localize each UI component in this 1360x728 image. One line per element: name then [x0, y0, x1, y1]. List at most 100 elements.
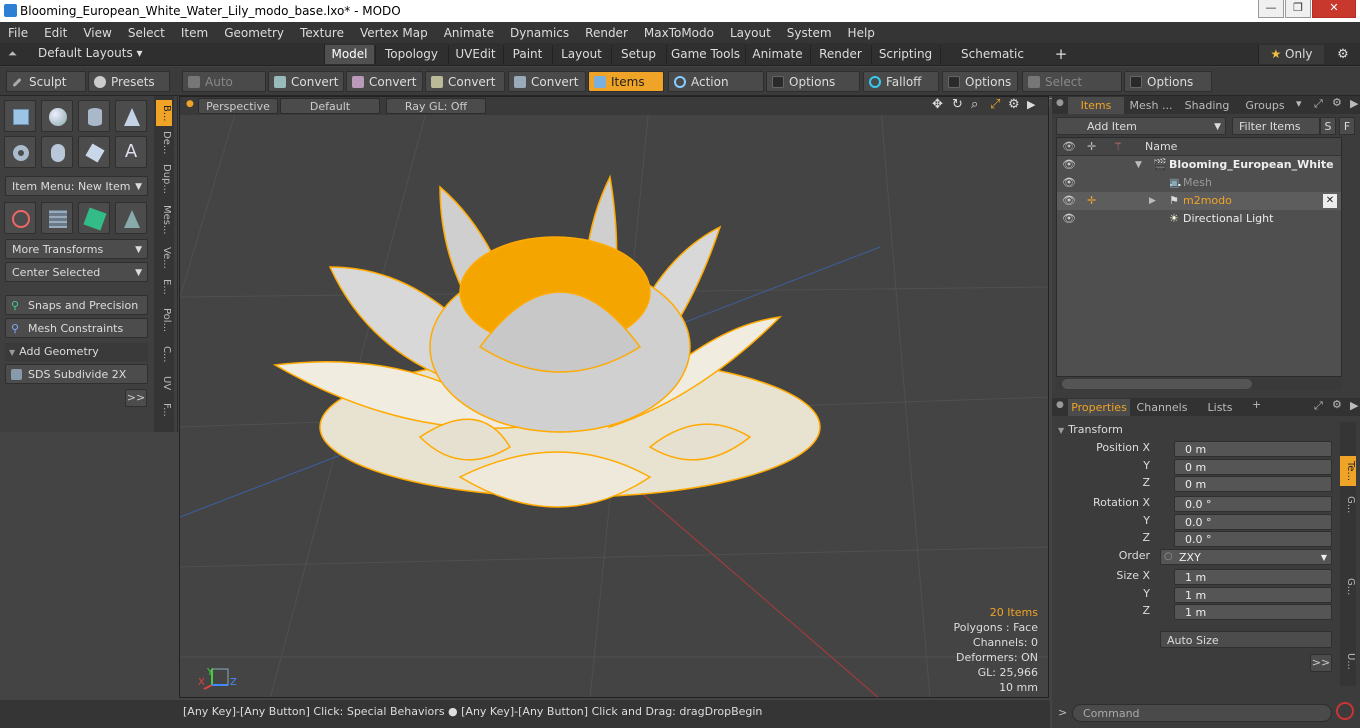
menu-edit[interactable]: Edit — [36, 26, 75, 40]
expand-arrow-icon[interactable]: ▶ — [1149, 192, 1156, 210]
tab-items[interactable]: Items — [1068, 97, 1124, 114]
tab-render[interactable]: Render — [810, 45, 870, 64]
menu-vertex-map[interactable]: Vertex Map — [352, 26, 436, 40]
vtab-polygon[interactable]: Pol... — [156, 304, 172, 336]
tab-channels[interactable]: Channels — [1134, 399, 1190, 416]
options-button-2[interactable]: Options — [942, 71, 1018, 92]
tab-shading[interactable]: Shading — [1180, 97, 1234, 114]
snaps-precision-button[interactable]: ⚲ Snaps and Precision — [5, 295, 148, 315]
order-dropdown[interactable]: ○ ZXY ▼ — [1160, 549, 1332, 565]
torus-tool-button[interactable] — [4, 136, 36, 168]
viewport-settings-icon[interactable]: ⚙ — [1008, 97, 1020, 112]
menu-file[interactable]: File — [0, 26, 36, 40]
sphere-tool-button[interactable] — [41, 100, 73, 132]
panel-dot-icon[interactable]: ● — [1056, 98, 1064, 108]
command-input[interactable]: Command — [1072, 704, 1332, 722]
falloff-button[interactable]: Falloff — [863, 71, 939, 92]
tab-scripting[interactable]: Scripting — [871, 45, 939, 64]
light-tool-button[interactable] — [78, 136, 110, 168]
perspective-dropdown[interactable]: Perspective — [198, 98, 278, 114]
menu-layout[interactable]: Layout — [722, 26, 779, 40]
uv-tool-button[interactable] — [78, 202, 110, 234]
vtab-basic[interactable]: B... — [156, 100, 172, 126]
convert-button-1[interactable]: Convert — [268, 71, 344, 92]
transform-section-header[interactable]: ▼ Transform — [1058, 422, 1334, 438]
size-x-field[interactable]: 1 m — [1174, 569, 1332, 585]
tree-row-light[interactable]: 👁 ☀ Directional Light — [1057, 210, 1341, 228]
position-z-field[interactable]: 0 m — [1174, 476, 1332, 492]
vtab-fusion[interactable]: F... — [156, 398, 172, 422]
visibility-eye-icon[interactable]: 👁 — [1062, 156, 1076, 174]
tab-layout[interactable]: Layout — [552, 45, 610, 64]
tab-animate[interactable]: Animate — [745, 45, 809, 64]
viewport-menu-arrow-icon[interactable]: ▶ — [1027, 98, 1035, 111]
position-x-field[interactable]: 0 m — [1174, 441, 1332, 457]
rotation-z-field[interactable]: 0.0 ° — [1174, 531, 1332, 547]
side-tab-transform[interactable]: Te... — [1340, 456, 1356, 486]
menu-animate[interactable]: Animate — [436, 26, 502, 40]
menu-dynamics[interactable]: Dynamics — [502, 26, 577, 40]
action-center-button[interactable]: Action Center — [668, 71, 764, 110]
menu-view[interactable]: View — [75, 26, 119, 40]
tree-row-mesh[interactable]: 👁 ▣ Mesh — [1057, 174, 1341, 192]
menu-item[interactable]: Item — [173, 26, 216, 40]
raygl-toggle[interactable]: Ray GL: Off — [386, 98, 486, 114]
filter-items-input[interactable]: Filter Items — [1232, 117, 1320, 135]
water-lily-mesh[interactable] — [272, 174, 821, 508]
minimize-button[interactable]: — — [1258, 0, 1284, 18]
tab-menu-icon[interactable]: ▾ — [1296, 97, 1302, 110]
panel-arrow-icon[interactable]: ▶ — [1350, 399, 1358, 412]
rotation-x-field[interactable]: 0.0 ° — [1174, 496, 1332, 512]
cube-tool-button[interactable] — [4, 100, 36, 132]
expand-panel-icon[interactable]: ⤢ — [1314, 399, 1323, 413]
sculpt-button[interactable]: Sculpt — [6, 71, 86, 92]
panel-arrow-icon[interactable]: ▶ — [1350, 97, 1358, 110]
center-selected-dropdown[interactable]: Center Selected ▼ — [5, 262, 148, 282]
visibility-eye-icon[interactable]: 👁 — [1062, 210, 1076, 228]
more-transforms-dropdown[interactable]: More Transforms ▼ — [5, 239, 148, 259]
text-tool-button[interactable]: A — [115, 136, 147, 168]
visibility-eye-icon[interactable]: 👁 — [1062, 174, 1076, 192]
tab-paint[interactable]: Paint — [503, 45, 551, 64]
add-item-dropdown[interactable]: Add Item ▼ — [1056, 117, 1226, 135]
cone-tool-button[interactable] — [115, 100, 147, 132]
rotate-view-icon[interactable]: ↻ — [952, 97, 963, 112]
vtab-duplicate[interactable]: Dup... — [156, 162, 172, 196]
vtab-curve[interactable]: C... — [156, 342, 172, 366]
tree-row-m2modo[interactable]: 👁 ✛ ▶ ⚑ m2modo ✕ — [1057, 192, 1341, 210]
gear-icon[interactable]: ⚙ — [1330, 45, 1356, 64]
plane-tool-button[interactable] — [115, 202, 147, 234]
item-menu-dropdown[interactable]: Item Menu: New Item ▼ — [5, 176, 148, 196]
convert-button-4[interactable]: Convert — [508, 71, 586, 92]
items-mode-button[interactable]: Items — [588, 71, 664, 92]
sds-subdivide-button[interactable]: SDS Subdivide 2X — [5, 364, 148, 384]
panel-settings-icon[interactable]: ⚙ — [1332, 398, 1342, 411]
tab-schematic-fusion[interactable]: Schematic Fusion — [940, 45, 1044, 80]
menu-texture[interactable]: Texture — [292, 26, 352, 40]
lock-icon[interactable]: ✛ — [1087, 192, 1096, 210]
vtab-mesh[interactable]: Mes... — [156, 202, 172, 238]
tree-scrollbar[interactable] — [1056, 378, 1342, 390]
zoom-view-icon[interactable]: ⌕ — [971, 97, 978, 112]
panel-dot-icon[interactable]: ● — [1056, 400, 1064, 410]
cylinder-tool-button[interactable] — [78, 100, 110, 132]
record-icon[interactable] — [1336, 702, 1354, 720]
tree-scroll-thumb[interactable] — [1062, 379, 1252, 389]
grid-tool-button[interactable] — [41, 202, 73, 234]
viewport-dot-icon[interactable]: ● — [186, 99, 194, 109]
menu-maxtomodo[interactable]: MaxToModo — [636, 26, 722, 40]
tab-game-tools[interactable]: Game Tools — [666, 45, 744, 64]
tab-groups[interactable]: Groups — [1238, 97, 1292, 114]
auto-select-button[interactable]: Auto Select — [182, 71, 266, 110]
convert-button-3[interactable]: Convert — [425, 71, 505, 92]
convert-button-2[interactable]: Convert — [346, 71, 423, 92]
collapse-arrow-icon[interactable]: ⏶ — [8, 47, 17, 61]
menu-render[interactable]: Render — [577, 26, 636, 40]
move-view-icon[interactable]: ✥ — [932, 97, 943, 112]
tab-topology[interactable]: Topology — [375, 45, 447, 64]
add-geometry-header[interactable]: ▼ Add Geometry — [5, 343, 148, 361]
menu-help[interactable]: Help — [840, 26, 883, 40]
mesh-constraints-button[interactable]: ⚲ Mesh Constraints — [5, 318, 148, 338]
menu-system[interactable]: System — [779, 26, 840, 40]
tree-row-scene[interactable]: 👁 ▼ 🎬 Blooming_European_White ... — [1057, 156, 1341, 189]
